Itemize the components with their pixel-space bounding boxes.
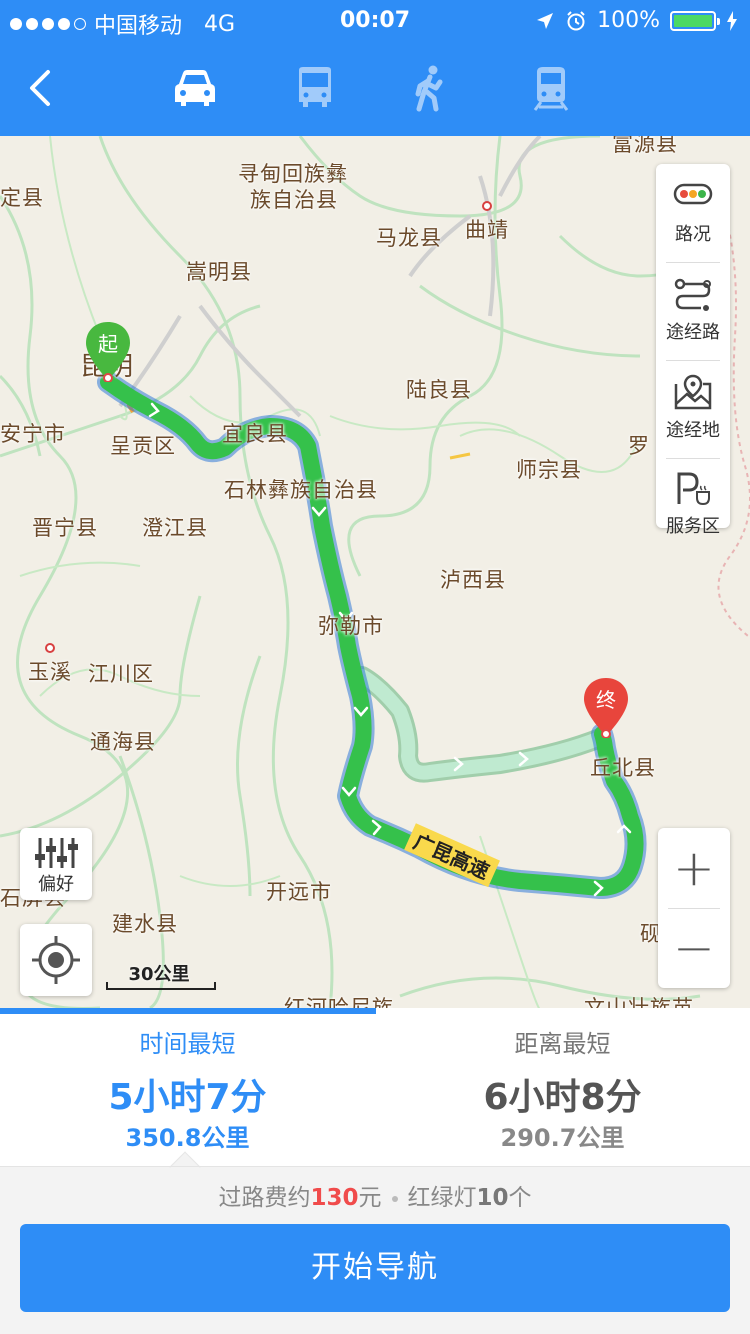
map-label: 晋宁县 xyxy=(32,516,98,540)
map-label: 富源县 xyxy=(612,136,678,156)
map-label: 丘北县 xyxy=(590,756,656,780)
via-place-button[interactable]: 途经地 xyxy=(656,360,730,450)
map-label: 通海县 xyxy=(90,730,156,754)
toll-unit: 元 xyxy=(358,1185,382,1211)
start-navigation-button[interactable]: 开始导航 xyxy=(20,1224,730,1312)
scale-bar xyxy=(106,982,216,990)
car-icon xyxy=(175,70,215,106)
status-bar: 中国移动 4G 00:07 100% xyxy=(0,0,750,40)
preference-button[interactable]: 偏好 xyxy=(20,828,92,900)
map-scale: 30公里 xyxy=(104,960,218,996)
map-label: 文山壮族苗 xyxy=(584,996,694,1008)
mode-car-tab[interactable] xyxy=(171,64,219,112)
via-road-label: 途经路 xyxy=(666,322,720,343)
location-arrow-icon xyxy=(537,12,554,29)
map-label: 马龙县 xyxy=(376,226,442,250)
map-label: 石林彝族自治县 xyxy=(224,478,378,502)
chevron-left-icon xyxy=(30,70,50,106)
mode-bus-tab[interactable] xyxy=(291,64,339,112)
zoom-out-button[interactable]: − xyxy=(658,908,730,988)
end-pin[interactable]: 终 xyxy=(582,676,630,739)
route-title: 时间最短 xyxy=(139,1030,236,1058)
zoom-controls: + − xyxy=(658,828,730,988)
start-pin-label: 起 xyxy=(98,332,118,356)
preference-label: 偏好 xyxy=(38,874,74,895)
bus-icon xyxy=(299,67,331,107)
map-label: 陆良县 xyxy=(406,378,472,402)
map-label: 定县 xyxy=(0,186,44,210)
map-label: 师宗县 xyxy=(516,458,582,482)
back-button[interactable] xyxy=(22,68,62,108)
separator-dot xyxy=(391,1195,398,1202)
zoom-in-button[interactable]: + xyxy=(658,828,730,908)
start-pin[interactable]: 起 xyxy=(84,320,132,383)
map-label: 曲靖 xyxy=(465,218,509,242)
map-label: 族自治县 xyxy=(250,188,338,212)
route-duration: 5小时7分 xyxy=(108,1077,267,1118)
lights-unit: 个 xyxy=(508,1185,532,1211)
map-label: 呈贡区 xyxy=(110,434,176,458)
route-distance: 290.7公里 xyxy=(500,1124,625,1152)
map-label: 江川区 xyxy=(88,662,154,686)
map-label: 红河哈尼族 xyxy=(284,996,394,1008)
parking-coffee-icon xyxy=(677,472,710,506)
map-label: 宜良县 xyxy=(222,422,288,446)
service-area-button[interactable]: 服务区 xyxy=(656,456,730,546)
route-option-shortest[interactable]: 距离最短 6小时8分 290.7公里 xyxy=(375,1008,750,1166)
map-label: 弥勒市 xyxy=(318,614,384,638)
map-view[interactable]: 富源县 定县 寻甸回族彝 族自治县 马龙县 曲靖 嵩明县 昆明 陆良县 安宁市 … xyxy=(0,136,750,1008)
map-label: 泸西县 xyxy=(440,568,506,592)
traffic-button[interactable]: 路况 xyxy=(656,164,730,254)
route-title: 距离最短 xyxy=(514,1030,611,1058)
via-place-label: 途经地 xyxy=(666,420,720,441)
route-option-fastest[interactable]: 时间最短 5小时7分 350.8公里 xyxy=(0,1008,375,1166)
service-area-label: 服务区 xyxy=(666,516,720,537)
train-icon xyxy=(533,67,569,111)
alarm-icon xyxy=(567,10,585,30)
map-label: 玉溪 xyxy=(28,660,72,684)
map-label: 安宁市 xyxy=(0,422,66,446)
mode-walk-tab[interactable] xyxy=(406,64,454,112)
lights-prefix: 红绿灯 xyxy=(407,1185,477,1211)
end-pin-label: 终 xyxy=(596,688,616,712)
map-label: 澄江县 xyxy=(142,516,208,540)
lights-count: 10 xyxy=(476,1185,509,1211)
route-mode-navbar xyxy=(0,40,750,136)
route-options: 时间最短 5小时7分 350.8公里 距离最短 6小时8分 290.7公里 xyxy=(0,1008,750,1183)
crosshair-location-icon xyxy=(32,936,80,984)
charging-bolt-icon xyxy=(727,10,737,31)
map-label: 开远市 xyxy=(266,880,332,904)
map-tools-panel: 路况 途经路 途经地 服务区 xyxy=(656,164,730,537)
walk-icon xyxy=(415,65,443,112)
via-road-button[interactable]: 途经路 xyxy=(656,262,730,352)
mode-train-tab[interactable] xyxy=(527,64,575,112)
system-indicators: 100% xyxy=(535,8,738,33)
traffic-label: 路况 xyxy=(675,224,711,245)
battery-percent: 100% xyxy=(597,8,660,33)
toll-amount: 130 xyxy=(310,1185,359,1211)
route-duration: 6小时8分 xyxy=(483,1077,642,1118)
route-distance: 350.8公里 xyxy=(125,1124,250,1152)
locate-me-button[interactable] xyxy=(20,924,92,996)
route-info: 过路费约130元 红绿灯10个 xyxy=(0,1166,750,1224)
battery-icon xyxy=(670,10,720,31)
route-path-icon xyxy=(674,278,711,311)
map-location-icon xyxy=(674,374,712,410)
sliders-icon xyxy=(35,838,78,868)
map-label: 罗 xyxy=(628,434,650,458)
map-label: 建水县 xyxy=(112,912,178,936)
traffic-light-icon xyxy=(673,183,713,205)
toll-prefix: 过路费约 xyxy=(218,1185,311,1211)
map-label: 嵩明县 xyxy=(186,260,252,284)
map-roads xyxy=(0,136,750,1008)
